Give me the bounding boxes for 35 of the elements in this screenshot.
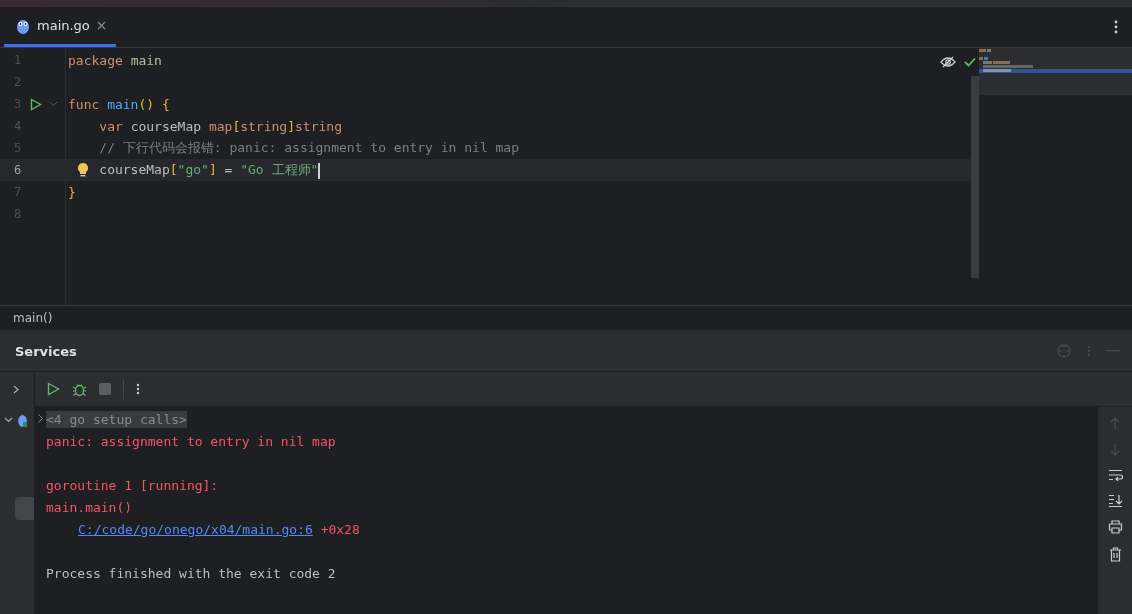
console-text: panic: assignment to entry in nil map bbox=[46, 433, 336, 449]
console-text: Process finished with the exit code 2 bbox=[46, 565, 336, 581]
run-icon[interactable] bbox=[30, 98, 42, 111]
hidden-eye-icon[interactable] bbox=[940, 56, 956, 68]
code-line: // 下行代码会报错: panic: assignment to entry in nil map bbox=[98, 139, 520, 157]
code-line: package main bbox=[68, 52, 162, 68]
expand-icon[interactable] bbox=[38, 414, 43, 423]
console-text: goroutine 1 [running]: bbox=[46, 477, 219, 493]
run-icon[interactable] bbox=[47, 382, 60, 396]
breadcrumb[interactable]: main() bbox=[13, 311, 53, 325]
file-link[interactable]: C:/code/go/onego/x04/main.go:6 bbox=[78, 521, 313, 537]
soft-wrap-icon[interactable] bbox=[1107, 469, 1123, 481]
console-text: main.main() bbox=[46, 499, 133, 515]
scrollbar[interactable] bbox=[971, 76, 979, 278]
more-icon[interactable] bbox=[1114, 20, 1118, 34]
lightbulb-icon[interactable] bbox=[77, 162, 89, 178]
code-line: courseMap["go"] = "Go 工程师" bbox=[98, 161, 321, 179]
console-text: +0x28 bbox=[319, 521, 360, 537]
collapse-icon[interactable] bbox=[4, 417, 13, 423]
panel-title: Services bbox=[15, 343, 77, 359]
gopher-icon bbox=[16, 17, 30, 34]
print-icon[interactable] bbox=[1107, 520, 1123, 534]
bug-icon[interactable] bbox=[72, 381, 87, 397]
close-icon[interactable] bbox=[96, 21, 106, 30]
gopher-icon bbox=[18, 413, 27, 427]
line-number: 6 bbox=[14, 163, 22, 177]
scroll-to-end-icon[interactable] bbox=[1107, 494, 1123, 507]
more-icon[interactable] bbox=[136, 383, 140, 395]
expand-icon[interactable] bbox=[13, 384, 19, 394]
check-icon bbox=[964, 57, 976, 67]
code-line: func main() { bbox=[68, 96, 170, 112]
trash-icon[interactable] bbox=[1108, 547, 1122, 562]
code-line: } bbox=[68, 184, 76, 200]
code-line: var courseMap map[string]string bbox=[98, 118, 342, 134]
minimap[interactable] bbox=[979, 48, 1132, 95]
